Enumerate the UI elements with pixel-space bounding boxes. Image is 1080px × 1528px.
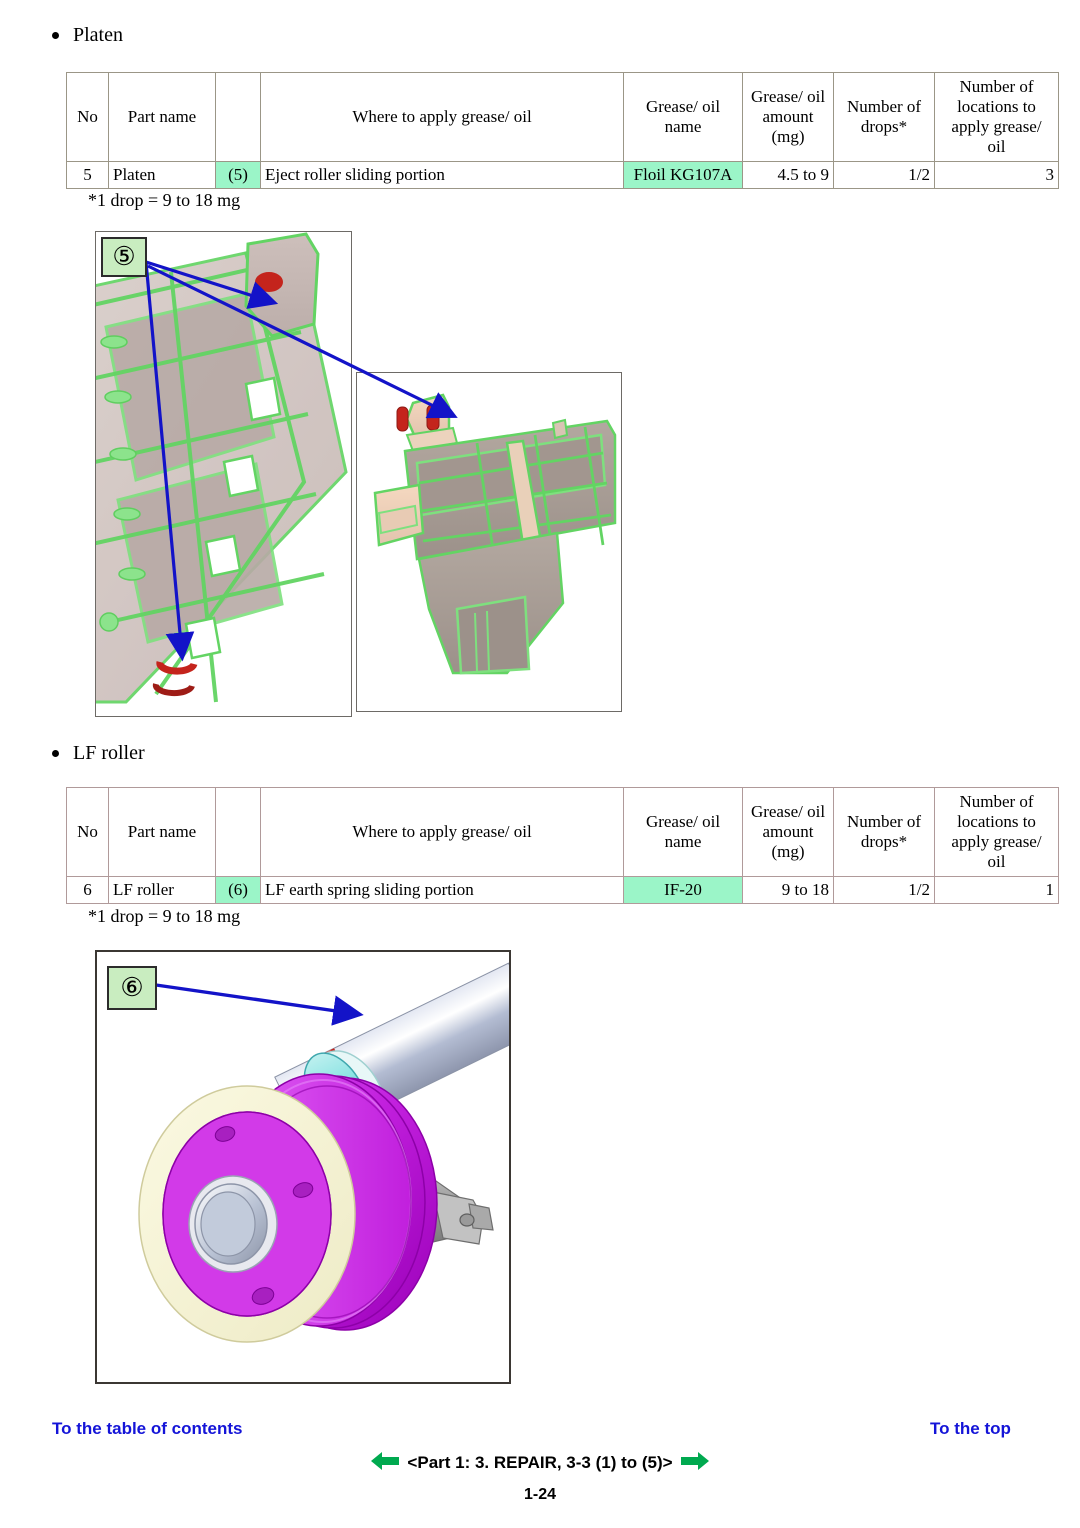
callout-label-6: ⑥: [120, 973, 144, 1002]
callout-badge-6: ⑥: [107, 966, 157, 1010]
callout-label-5: ⑤: [112, 242, 136, 271]
manual-page: Platen No Part name Where to apply greas…: [0, 0, 1080, 1528]
arrow-right-icon[interactable]: [680, 1451, 710, 1476]
link-table-of-contents[interactable]: To the table of contents: [52, 1419, 242, 1439]
navigation-bar: <Part 1: 3. REPAIR, 3-3 (1) to (5)>: [0, 1451, 1080, 1476]
callout-badge-5: ⑤: [101, 237, 147, 277]
arrow-to-grease-band: [155, 983, 364, 1026]
page-number: 1-24: [523, 1486, 557, 1503]
navigation-label[interactable]: <Part 1: 3. REPAIR, 3-3 (1) to (5)>: [407, 1453, 672, 1472]
lf-roller-leader-arrow: [155, 983, 364, 1026]
arrow-left-icon[interactable]: [370, 1451, 400, 1476]
link-to-the-top[interactable]: To the top: [930, 1419, 1011, 1439]
